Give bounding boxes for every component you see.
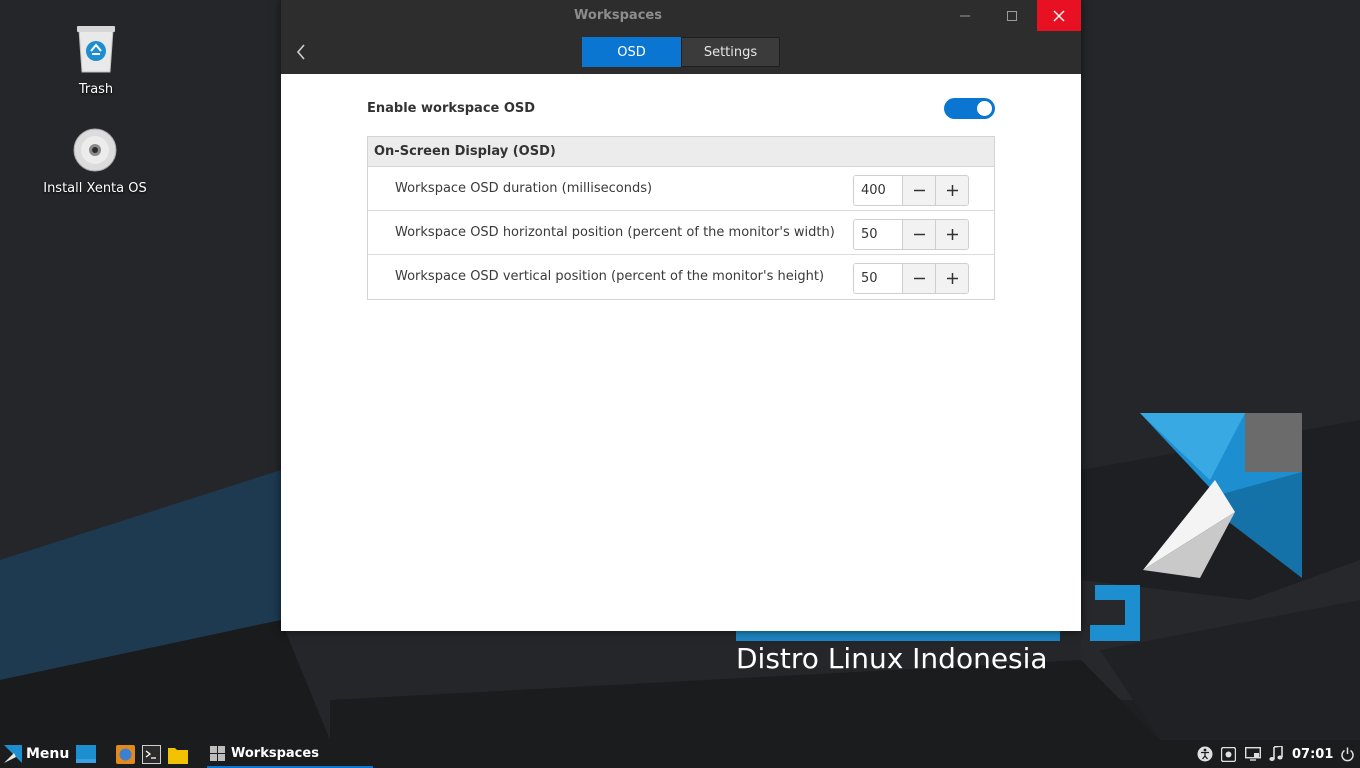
setting-label: Workspace OSD vertical position (percent… bbox=[395, 269, 825, 284]
plus-icon bbox=[946, 185, 958, 196]
vertical-position-input[interactable] bbox=[854, 264, 902, 293]
xenta-menu-icon bbox=[4, 745, 22, 763]
setting-label: Workspace OSD horizontal position (perce… bbox=[395, 225, 835, 240]
increment-button[interactable] bbox=[935, 264, 968, 293]
enable-osd-row: Enable workspace OSD bbox=[367, 74, 995, 136]
taskbar-task-label: Workspaces bbox=[231, 745, 319, 761]
decrement-button[interactable] bbox=[902, 176, 935, 205]
view-switcher: OSD Settings bbox=[582, 37, 780, 67]
tab-osd[interactable]: OSD bbox=[582, 37, 681, 67]
osd-content: Enable workspace OSD On-Screen Display (… bbox=[367, 74, 995, 300]
desktop-icon-label: Trash bbox=[78, 82, 114, 97]
trash-icon bbox=[73, 24, 119, 78]
decrement-button[interactable] bbox=[902, 264, 935, 293]
vertical-position-spinbutton bbox=[853, 263, 969, 294]
network-indicator[interactable] bbox=[1245, 740, 1261, 768]
taskbar-task-workspaces[interactable]: Workspaces bbox=[207, 740, 373, 768]
accessibility-icon bbox=[1197, 746, 1213, 762]
section-title: On-Screen Display (OSD) bbox=[368, 137, 994, 167]
clock-time: 07:01 bbox=[1292, 746, 1334, 762]
duration-spinbutton bbox=[853, 175, 969, 206]
minus-icon bbox=[913, 233, 925, 236]
minus-icon bbox=[913, 189, 925, 192]
horizontal-position-input[interactable] bbox=[854, 220, 902, 249]
osd-section: On-Screen Display (OSD) Workspace OSD du… bbox=[367, 136, 995, 300]
network-icon bbox=[1245, 747, 1261, 761]
accessibility-indicator[interactable] bbox=[1197, 740, 1213, 768]
sound-indicator[interactable] bbox=[1269, 740, 1283, 768]
duration-input[interactable] bbox=[854, 176, 902, 205]
desktop-icon-label: Install Xenta OS bbox=[43, 181, 147, 196]
decrement-button[interactable] bbox=[902, 220, 935, 249]
chevron-left-icon bbox=[296, 44, 305, 60]
music-note-icon bbox=[1269, 746, 1283, 761]
folder-icon bbox=[168, 747, 188, 764]
display-icon bbox=[1221, 746, 1236, 762]
close-icon bbox=[1053, 10, 1065, 21]
minus-icon bbox=[913, 277, 925, 280]
power-icon bbox=[1341, 747, 1354, 761]
close-button[interactable] bbox=[1037, 0, 1081, 31]
workspaces-window: Workspaces OSD Settings Enable workspace… bbox=[281, 0, 1081, 631]
show-desktop-launcher[interactable] bbox=[76, 740, 96, 768]
terminal-launcher[interactable] bbox=[142, 740, 161, 768]
power-button[interactable] bbox=[1340, 740, 1355, 768]
plus-icon bbox=[946, 229, 958, 240]
setting-label: Workspace OSD duration (milliseconds) bbox=[395, 181, 653, 196]
menu-button[interactable]: Menu bbox=[4, 740, 69, 768]
horizontal-position-spinbutton bbox=[853, 219, 969, 250]
toggle-knob bbox=[977, 101, 992, 116]
enable-osd-label: Enable workspace OSD bbox=[367, 101, 536, 116]
minimize-icon bbox=[960, 15, 970, 16]
disc-icon bbox=[72, 127, 118, 177]
maximize-icon bbox=[1007, 10, 1017, 21]
desktop-icon bbox=[76, 745, 96, 763]
tab-settings[interactable]: Settings bbox=[681, 37, 780, 67]
increment-button[interactable] bbox=[935, 176, 968, 205]
enable-osd-toggle[interactable] bbox=[944, 98, 995, 119]
setting-row: Workspace OSD vertical position (percent… bbox=[368, 255, 994, 299]
browser-launcher[interactable] bbox=[116, 740, 135, 768]
files-launcher[interactable] bbox=[168, 740, 188, 768]
setting-row: Workspace OSD duration (milliseconds) bbox=[368, 167, 994, 211]
menu-label: Menu bbox=[26, 746, 70, 762]
minimize-button[interactable] bbox=[943, 0, 987, 31]
maximize-button[interactable] bbox=[990, 0, 1034, 31]
plus-icon bbox=[946, 273, 958, 284]
workspaces-icon bbox=[210, 745, 225, 761]
taskbar: Menu Workspaces 07:01 bbox=[0, 740, 1360, 768]
screenshot-indicator[interactable] bbox=[1221, 740, 1236, 768]
wallpaper-tagline: Distro Linux Indonesia bbox=[736, 642, 1048, 675]
desktop-icon-trash[interactable]: Trash bbox=[31, 24, 161, 97]
setting-row: Workspace OSD horizontal position (perce… bbox=[368, 211, 994, 255]
titlebar: Workspaces OSD Settings bbox=[281, 0, 1081, 74]
increment-button[interactable] bbox=[935, 220, 968, 249]
back-button[interactable] bbox=[289, 38, 313, 66]
clock[interactable]: 07:01 bbox=[1292, 740, 1333, 768]
browser-icon bbox=[116, 744, 135, 764]
terminal-icon bbox=[142, 744, 161, 764]
window-title: Workspaces bbox=[574, 8, 662, 23]
desktop-icon-install[interactable]: Install Xenta OS bbox=[30, 127, 160, 196]
